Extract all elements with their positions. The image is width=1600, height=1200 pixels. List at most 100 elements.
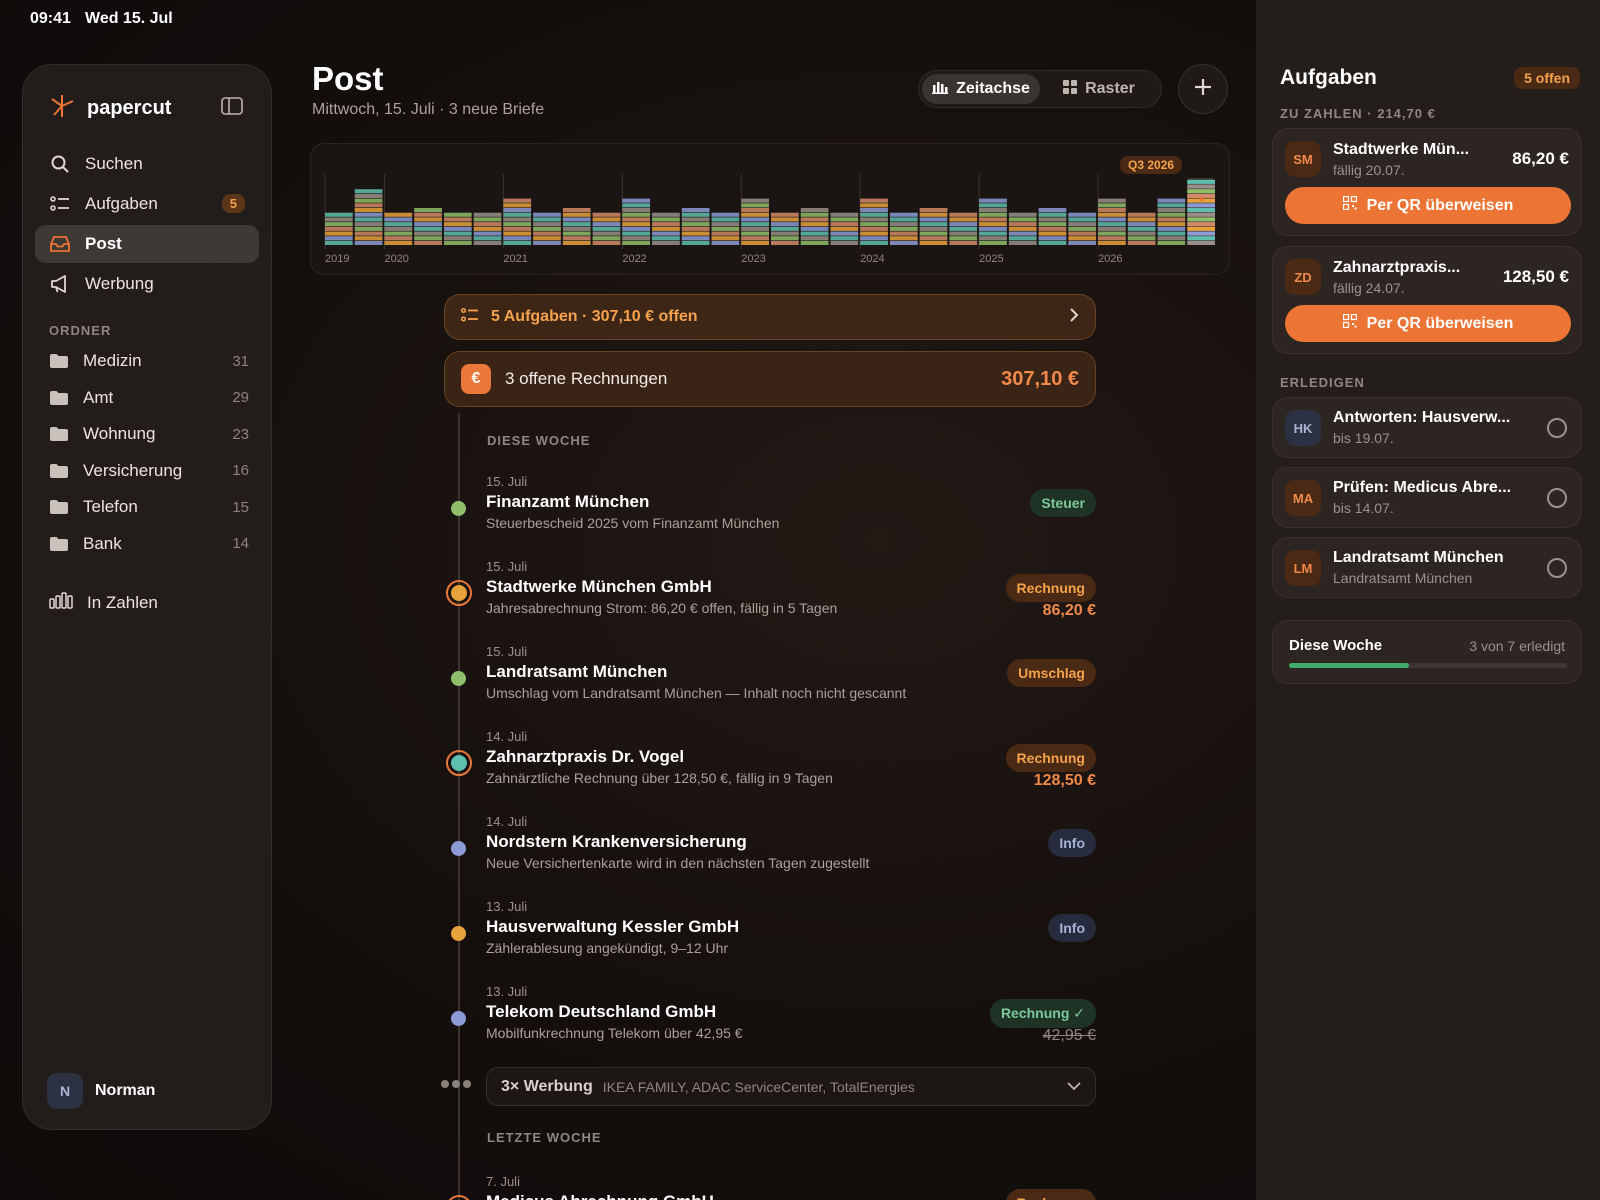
bar-segment <box>771 236 799 241</box>
grid-view-button[interactable]: Raster <box>1040 74 1158 104</box>
bar-segment <box>325 222 353 227</box>
nav-item-statistics[interactable]: In Zahlen <box>49 591 158 614</box>
folder-item[interactable]: Bank 14 <box>49 526 249 563</box>
bar-segment <box>443 240 472 245</box>
ads-senders: IKEA FAMILY, ADAC ServiceCenter, TotalEn… <box>602 1078 915 1095</box>
bar-segment <box>533 226 561 231</box>
entry-date: 14. Juli <box>486 814 528 829</box>
pay-by-qr-label: Per QR überweisen <box>1366 196 1514 214</box>
bar-segment <box>562 231 591 236</box>
bar-segment <box>771 222 799 227</box>
folder-icon <box>49 353 69 369</box>
ads-collapsed-row[interactable]: 3× Werbung IKEA FAMILY, ADAC ServiceCent… <box>486 1067 1096 1106</box>
todo-card[interactable]: MA Prüfen: Medicus Abre... bis 14.07. <box>1272 467 1582 528</box>
bar-segment <box>443 236 472 241</box>
user-profile[interactable]: N Norman <box>47 1073 155 1109</box>
qr-code-icon <box>1342 195 1357 215</box>
complete-radio[interactable] <box>1547 558 1567 578</box>
bar-segment <box>533 222 561 227</box>
sidebar-toggle-icon[interactable] <box>221 97 243 120</box>
timeline-entry[interactable]: 14. Juli Zahnarztpraxis Dr. Vogel Zahnärzt… <box>444 727 1096 797</box>
timeline-view-button[interactable]: Zeitachse <box>922 74 1040 104</box>
folder-item[interactable]: Amt 29 <box>49 380 249 417</box>
payment-card[interactable]: SM Stadtwerke Mün... fällig 20.07. 86,20… <box>1272 128 1582 236</box>
bar-segment <box>830 240 859 245</box>
bar-segment <box>919 236 948 241</box>
nav-item-search[interactable]: Suchen <box>35 145 259 183</box>
bar-segment <box>1038 217 1067 222</box>
open-invoices-banner[interactable]: € 3 offene Rechnungen 307,10 € <box>444 351 1096 407</box>
bar-segment <box>622 222 651 227</box>
bar-segment <box>860 222 888 227</box>
bar-segment <box>473 217 502 222</box>
folder-item[interactable]: Wohnung 23 <box>49 416 249 453</box>
tasks-summary-banner[interactable]: 5 Aufgaben · 307,10 € offen <box>444 294 1096 340</box>
bar-segment <box>919 222 948 227</box>
tasks-count-badge: 5 <box>221 194 245 213</box>
payment-title: Stadtwerke Mün... <box>1333 141 1470 158</box>
timeline-entry[interactable]: 15. Juli Landratsamt München Umschlag vom … <box>444 642 1096 712</box>
bar-segment <box>1098 231 1126 236</box>
timeline-entry[interactable]: 15. Juli Finanzamt München Steuerbescheid … <box>444 472 1096 542</box>
complete-radio[interactable] <box>1547 418 1567 438</box>
timeline-entry[interactable]: 13. Juli Telekom Deutschland GmbH Mobilfun… <box>444 982 1096 1052</box>
payment-card[interactable]: ZD Zahnarztpraxis... fällig 24.07. 128,5… <box>1272 246 1582 354</box>
weekly-progress-title: Diese Woche <box>1289 637 1383 654</box>
bar-segment <box>1038 212 1067 217</box>
folder-item[interactable]: Medizin 31 <box>49 343 249 380</box>
timeline-entry[interactable]: 7. Juli Medicus Abrechnung GmbH Rechnung <box>444 1172 1096 1200</box>
bar-segment <box>473 231 502 236</box>
todo-due: bis 14.07. <box>1333 500 1394 516</box>
bar-segment <box>384 222 413 227</box>
bar-segment <box>830 217 859 222</box>
timeline-entry[interactable]: 15. Juli Stadtwerke München GmbH Jahresabr… <box>444 557 1096 627</box>
add-button[interactable] <box>1178 64 1228 114</box>
bar-segment <box>1157 231 1186 236</box>
bar-segment <box>860 240 888 245</box>
bar-segment <box>384 226 413 231</box>
bar-segment <box>1187 208 1215 213</box>
timeline-entry[interactable]: 14. Juli Nordstern Krankenversicherung Neu… <box>444 812 1096 882</box>
entry-description: Zahnärztliche Rechnung über 128,50 €, fä… <box>486 770 833 786</box>
payment-amount: 128,50 € <box>1502 267 1569 286</box>
bar-segment <box>384 231 413 236</box>
timeline-entry[interactable]: 13. Juli Hausverwaltung Kessler GmbH Zähle… <box>444 897 1096 967</box>
bar-segment <box>622 236 651 241</box>
pay-by-qr-button[interactable]: Per QR überweisen <box>1285 187 1571 224</box>
folder-item[interactable]: Versicherung 16 <box>49 453 249 490</box>
bar-segment <box>622 212 651 217</box>
page-title: Post <box>312 60 384 97</box>
folder-item[interactable]: Telefon 15 <box>49 489 249 526</box>
bar-segment <box>860 198 888 203</box>
bar-segment <box>979 198 1007 203</box>
todo-card[interactable]: HK Antworten: Hausverw... bis 19.07. <box>1272 397 1582 458</box>
bar-segment <box>1098 212 1126 217</box>
bar-segment <box>1038 208 1067 213</box>
task-list-icon <box>460 307 479 328</box>
entry-tag: Info <box>1048 914 1096 942</box>
bar-segment <box>354 226 383 231</box>
bar-segment <box>354 193 383 198</box>
bar-segment <box>681 208 710 213</box>
nav-item-post[interactable]: Post <box>35 225 259 263</box>
bar-segment <box>1127 217 1156 222</box>
bar-segment <box>711 240 740 245</box>
nav-item-tasks[interactable]: Aufgaben 5 <box>35 185 259 223</box>
pay-by-qr-button[interactable]: Per QR überweisen <box>1285 305 1571 342</box>
bar-segment <box>1068 212 1097 217</box>
entry-date: 7. Juli <box>486 1174 520 1189</box>
bar-segment <box>1157 222 1186 227</box>
nav-item-ads[interactable]: Werbung <box>35 265 259 303</box>
payment-due: fällig 20.07. <box>1333 162 1405 178</box>
bar-segment <box>771 212 799 217</box>
bar-segment <box>949 212 978 217</box>
entry-title: Finanzamt München <box>486 492 650 511</box>
bar-segment <box>1157 217 1186 222</box>
todo-card[interactable]: LM Landratsamt München Landratsamt Münch… <box>1272 537 1582 598</box>
bar-segment <box>800 212 829 217</box>
bar-segment <box>354 198 383 203</box>
bar-segment <box>1038 222 1067 227</box>
complete-radio[interactable] <box>1547 488 1567 508</box>
bar-segment <box>1187 179 1215 184</box>
folder-label: Bank <box>83 533 122 553</box>
